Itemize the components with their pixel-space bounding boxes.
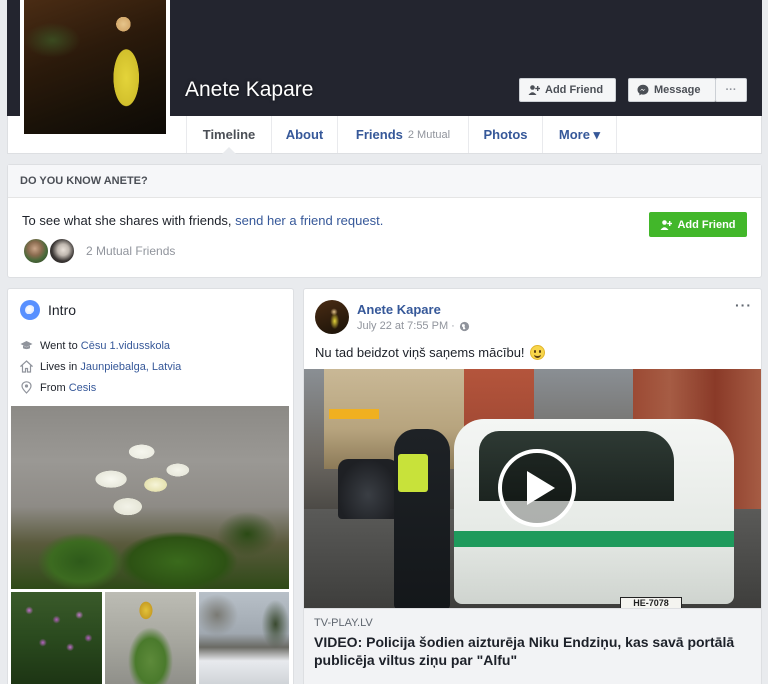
photo-thumbnail[interactable]	[199, 592, 289, 684]
post-author-name[interactable]: Anete Kapare	[357, 302, 441, 317]
globe-icon	[20, 300, 40, 320]
intro-title-label: Intro	[48, 302, 77, 318]
tab-friends-label: Friends	[355, 127, 403, 142]
timeline-post: Anete Kapare July 22 at 7:55 PM · ··· Nu…	[303, 288, 762, 684]
graduation-cap-icon	[20, 341, 33, 350]
add-friend-icon	[660, 219, 673, 230]
video-scene-license-plate: HE-7078	[620, 597, 682, 608]
tab-more-label: More ▾	[558, 126, 601, 142]
friend-suggestion-text: To see what she shares with friends, sen…	[22, 213, 383, 228]
photo-thumbnail[interactable]	[11, 592, 102, 684]
add-friend-button[interactable]: Add Friend	[519, 78, 616, 102]
home-icon	[20, 360, 33, 373]
active-tab-indicator	[222, 147, 236, 154]
intro-from: From Cesis	[20, 381, 96, 394]
smile-emoji-icon	[529, 345, 545, 360]
tab-friends-mutual-count: 2 Mutual	[407, 128, 451, 141]
add-friend-icon	[528, 85, 540, 95]
education-link[interactable]: Cēsu 1.vidusskola	[81, 340, 170, 352]
link-source: TV-PLAY.LV	[314, 617, 373, 629]
tab-friends[interactable]: Friends 2 Mutual	[337, 116, 468, 153]
profile-picture[interactable]	[20, 0, 170, 138]
link-preview[interactable]: TV-PLAY.LV VIDEO: Policija šodien aiztur…	[304, 608, 761, 684]
tab-photos[interactable]: Photos	[468, 116, 542, 153]
intro-education: Went to Cēsu 1.vidusskola	[20, 339, 170, 352]
intro-lives-in: Lives in Jaunpiebalga, Latvia	[20, 360, 181, 373]
messenger-icon	[637, 84, 649, 96]
intro-title: Intro	[20, 300, 76, 320]
post-timestamp[interactable]: July 22 at 7:55 PM ·	[357, 320, 455, 332]
from-prefix: From	[40, 381, 69, 394]
lives-in-link[interactable]: Jaunpiebalga, Latvia	[80, 361, 181, 373]
public-globe-icon	[459, 321, 469, 331]
video-scene-vest	[398, 454, 428, 492]
post-author-avatar[interactable]	[315, 300, 349, 334]
mutual-friends-row[interactable]: 2 Mutual Friends	[22, 237, 175, 265]
friend-suggestion-header: DO YOU KNOW ANETE?	[8, 165, 761, 198]
video-scene-car	[338, 459, 398, 519]
tab-photos-label: Photos	[483, 127, 528, 142]
post-options-button[interactable]: ···	[735, 297, 752, 313]
tab-about[interactable]: About	[271, 116, 337, 153]
tab-timeline-label: Timeline	[202, 127, 256, 142]
intro-card: Intro Went to Cēsu 1.vidusskola Lives in…	[7, 288, 294, 684]
mutual-friend-avatar[interactable]	[22, 237, 50, 265]
tab-about-label: About	[285, 127, 324, 142]
post-meta: July 22 at 7:55 PM ·	[357, 320, 470, 332]
featured-photo-lilies[interactable]	[11, 406, 289, 589]
video-thumbnail[interactable]: HE-7078	[304, 369, 761, 608]
lives-prefix: Lives in	[40, 360, 81, 373]
add-friend-green-button[interactable]: Add Friend	[649, 212, 747, 237]
more-options-button[interactable]: ···	[715, 78, 747, 102]
play-icon[interactable]	[498, 449, 576, 527]
profile-name[interactable]: Anete Kapare	[185, 78, 313, 102]
education-prefix: Went to	[40, 339, 81, 352]
send-friend-request-link[interactable]: send her a friend request.	[235, 213, 383, 228]
link-title[interactable]: VIDEO: Policija šodien aizturēja Niku En…	[314, 633, 754, 669]
photo-thumbnail[interactable]	[105, 592, 196, 684]
mutual-friend-avatar[interactable]	[48, 237, 76, 265]
add-friend-label: Add Friend	[545, 84, 604, 96]
post-text-content: Nu tad beidzot viņš saņems mācību!	[315, 345, 525, 360]
video-scene-van-stripe	[454, 531, 734, 547]
mutual-friends-count[interactable]: 2 Mutual Friends	[86, 244, 175, 258]
friend-suggestion-card: DO YOU KNOW ANETE? To see what she share…	[7, 164, 762, 278]
tab-more[interactable]: More ▾	[542, 116, 617, 153]
friend-suggestion-prefix: To see what she shares with friends,	[22, 213, 236, 228]
message-label: Message	[654, 84, 701, 96]
from-link[interactable]: Cesis	[69, 382, 97, 394]
post-text: Nu tad beidzot viņš saņems mācību!	[315, 345, 545, 360]
location-pin-icon	[21, 381, 32, 394]
add-friend-green-label: Add Friend	[677, 218, 736, 231]
video-scene-awning	[329, 409, 379, 419]
message-button[interactable]: Message	[628, 78, 716, 102]
